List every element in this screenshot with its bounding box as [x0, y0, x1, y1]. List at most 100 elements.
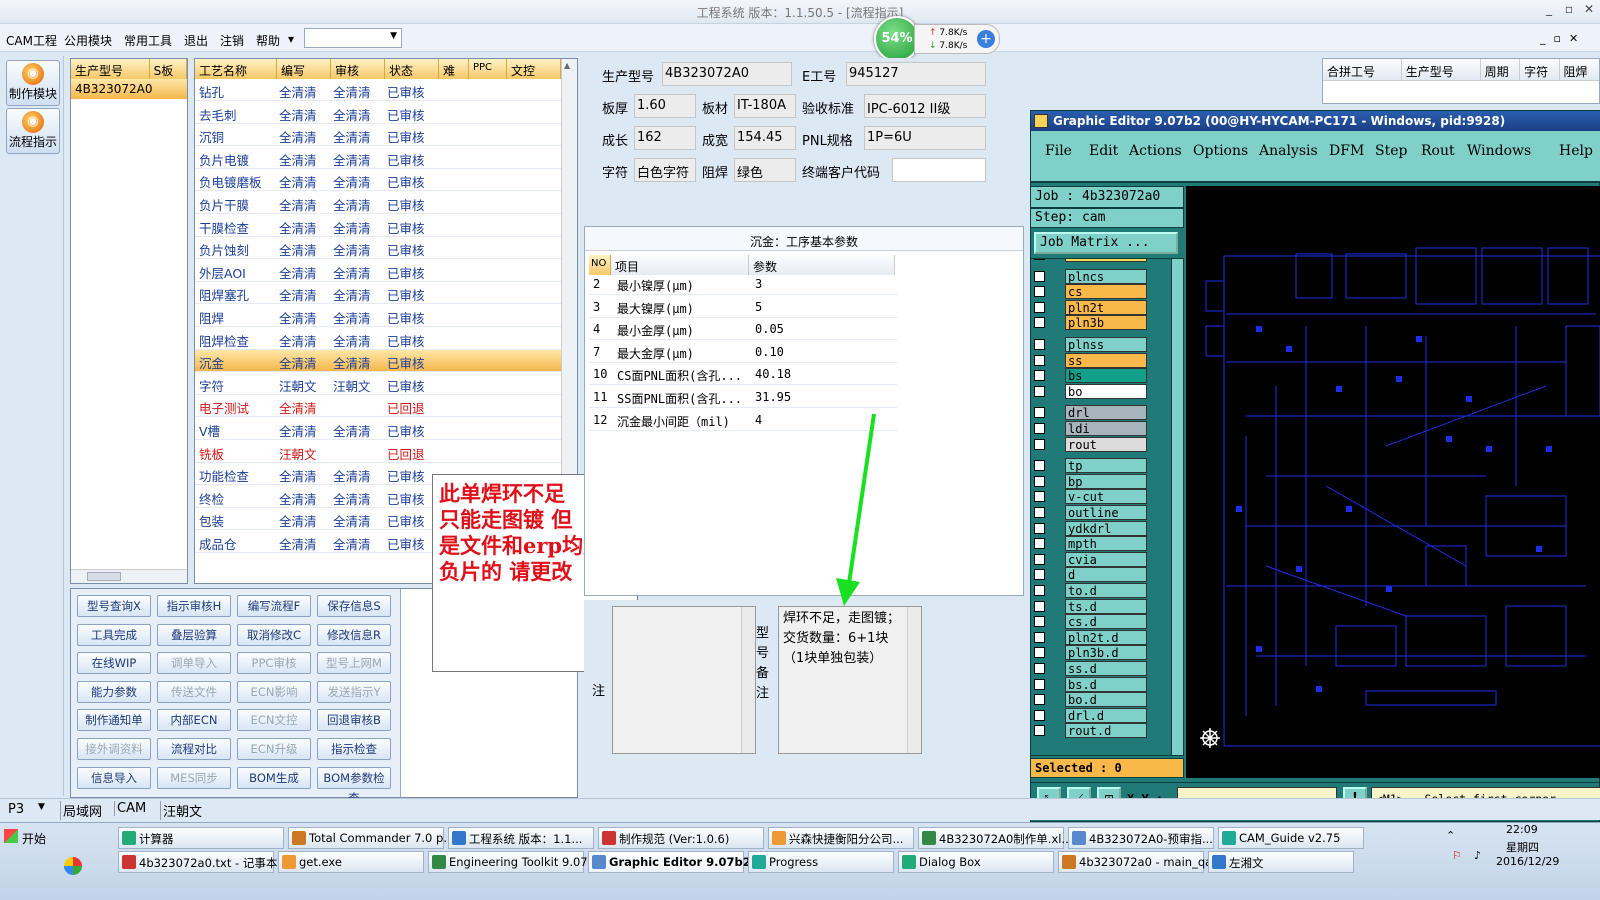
- action-button[interactable]: 型号上网M: [317, 652, 391, 675]
- ge-menu-options[interactable]: Options: [1193, 143, 1248, 159]
- col-header-doc[interactable]: 文控: [507, 59, 561, 79]
- tray-arrow-icon[interactable]: ⌃: [1446, 829, 1455, 842]
- taskbar-button[interactable]: 4b323072a0 - main_qa: [1058, 851, 1212, 873]
- action-button[interactable]: 指示审核H: [157, 595, 231, 617]
- layer-item[interactable]: outline: [1031, 505, 1167, 520]
- vertical-scrollbar[interactable]: [1171, 259, 1183, 755]
- layer-item[interactable]: rout.d: [1031, 723, 1167, 739]
- layer-checkbox[interactable]: [1034, 438, 1045, 450]
- menu-exit[interactable]: 退出: [184, 32, 208, 49]
- status-p3[interactable]: P3: [8, 802, 24, 817]
- action-button[interactable]: 修改信息R: [317, 623, 391, 646]
- layer-checkbox[interactable]: [1034, 538, 1045, 550]
- layer-item[interactable]: cs.d: [1031, 614, 1167, 630]
- layer-checkbox[interactable]: [1034, 460, 1045, 472]
- length-field[interactable]: 162: [634, 126, 696, 150]
- chevron-down-icon[interactable]: ▼: [38, 802, 45, 812]
- action-button[interactable]: BOM生成: [237, 766, 311, 789]
- action-button[interactable]: 在线WIP: [77, 652, 151, 675]
- layer-checkbox[interactable]: [1034, 301, 1045, 313]
- job-matrix-button[interactable]: Job Matrix ...: [1034, 232, 1178, 254]
- table-row[interactable]: 字符 汪朝文 汪朝文 已审核: [195, 373, 561, 395]
- layer-checkbox[interactable]: [1034, 270, 1045, 282]
- action-button[interactable]: BOM参数检查: [317, 766, 391, 805]
- layer-checkbox[interactable]: [1034, 600, 1045, 612]
- mask-field[interactable]: 绿色: [734, 158, 796, 182]
- layer-item[interactable]: rout: [1031, 436, 1167, 452]
- maximize-button[interactable]: ▫: [1560, 2, 1578, 18]
- action-button[interactable]: 流程对比: [157, 738, 231, 760]
- action-button[interactable]: 内部ECN: [157, 709, 231, 732]
- layer-checkbox[interactable]: [1034, 370, 1045, 382]
- action-button[interactable]: 制作通知单: [77, 709, 151, 732]
- param-row[interactable]: 11 SS面PNL面积(含孔... 31.95: [589, 386, 897, 408]
- layer-item[interactable]: bo.d: [1031, 692, 1167, 708]
- layer-checkbox[interactable]: [1034, 522, 1045, 534]
- standard-field[interactable]: IPC-6012 II级: [864, 94, 986, 118]
- layer-checkbox[interactable]: [1034, 725, 1045, 737]
- char-field[interactable]: 白色字符: [634, 158, 696, 182]
- col-header-mask[interactable]: 阻焊: [1560, 59, 1599, 80]
- layer-item[interactable]: ss: [1031, 352, 1167, 368]
- col-header-status[interactable]: 状态: [385, 59, 439, 79]
- action-button[interactable]: 接外调资料: [77, 738, 151, 760]
- table-row[interactable]: 去毛刺 全清清 全清清 已审核: [195, 102, 561, 124]
- action-button[interactable]: 编写流程F: [237, 595, 311, 617]
- ge-menu-help[interactable]: Help: [1559, 143, 1593, 159]
- action-button[interactable]: 调单导入: [157, 652, 231, 675]
- table-row[interactable]: 负片干膜 全清清 全清清 已审核: [195, 192, 561, 214]
- layer-item[interactable]: pln2t.d: [1031, 629, 1167, 645]
- layer-checkbox[interactable]: [1034, 553, 1045, 565]
- action-button[interactable]: 工具完成: [77, 623, 151, 646]
- menu-public-module[interactable]: 公用模块: [64, 32, 112, 49]
- col-header-difficulty[interactable]: 难: [439, 59, 469, 79]
- layer-checkbox[interactable]: [1034, 569, 1045, 581]
- layer-item[interactable]: d: [1031, 567, 1167, 583]
- layer-item[interactable]: bo: [1031, 383, 1167, 399]
- action-button[interactable]: 取消修改C: [237, 623, 311, 646]
- layer-checkbox[interactable]: [1034, 507, 1045, 518]
- action-button[interactable]: MES同步: [157, 766, 231, 789]
- mdi-window-controls[interactable]: _▫✕: [1540, 32, 1586, 45]
- layer-checkbox[interactable]: [1034, 678, 1045, 690]
- action-button[interactable]: 叠层验算: [157, 623, 231, 646]
- col-header-process[interactable]: 工艺名称: [195, 59, 277, 79]
- layer-item[interactable]: bs: [1031, 368, 1167, 384]
- pcb-canvas[interactable]: [1186, 186, 1600, 778]
- taskbar-button[interactable]: CAM_Guide v2.75: [1218, 827, 1364, 849]
- taskbar-button[interactable]: get.exe: [278, 851, 424, 873]
- col-header-item[interactable]: 项目: [611, 255, 749, 275]
- action-button[interactable]: 指示检查: [317, 738, 391, 760]
- ge-menu-windows[interactable]: Windows: [1467, 143, 1531, 159]
- horizontal-scrollbar[interactable]: [71, 569, 187, 583]
- table-row[interactable]: 钻孔 全清清 全清清 已审核: [195, 79, 561, 101]
- layer-item[interactable]: cvia: [1031, 551, 1167, 567]
- taskbar-button[interactable]: 4B323072A0制作单.xl...: [918, 827, 1072, 849]
- layer-item[interactable]: tp: [1031, 458, 1167, 474]
- ge-menu-file[interactable]: File: [1045, 143, 1072, 159]
- taskbar-button[interactable]: Graphic Editor 9.07b2 ...: [588, 851, 768, 873]
- table-row[interactable]: 外层AOI 全清清 全清清 已审核: [195, 260, 561, 282]
- taskbar-button[interactable]: Progress: [748, 851, 894, 873]
- width-field[interactable]: 154.45: [734, 126, 796, 150]
- param-row[interactable]: 3 最大镍厚(μm) 5: [589, 296, 897, 318]
- pnl-field[interactable]: 1P=6U: [864, 126, 986, 150]
- layer-item[interactable]: v-cut: [1031, 489, 1167, 505]
- col-header-s[interactable]: S板: [149, 59, 187, 79]
- taskbar-button[interactable]: 左湘文: [1208, 851, 1354, 873]
- ge-menu-edit[interactable]: Edit: [1089, 143, 1118, 159]
- taskbar-button[interactable]: Total Commander 7.0 p...: [288, 827, 454, 849]
- taskbar-button[interactable]: 4b323072a0.txt - 记事本: [118, 851, 277, 873]
- layer-item[interactable]: plncs: [1031, 268, 1167, 284]
- start-button[interactable]: 开始: [2, 827, 54, 849]
- table-row[interactable]: 干膜检查 全清清 全清清 已审核: [195, 215, 561, 237]
- model-field[interactable]: 4B323072A0: [662, 62, 792, 86]
- model-row[interactable]: 4B323072A0: [71, 79, 187, 99]
- layer-item[interactable]: drl: [1031, 405, 1167, 421]
- layer-checkbox[interactable]: [1034, 709, 1045, 721]
- layer-item[interactable]: pln3b: [1031, 315, 1167, 331]
- col-header-model[interactable]: 生产型号: [1402, 59, 1481, 80]
- layer-checkbox[interactable]: [1034, 663, 1045, 674]
- layer-item[interactable]: bs.d: [1031, 676, 1167, 692]
- taskbar-button[interactable]: 4B323072A0-预审指...: [1068, 827, 1214, 849]
